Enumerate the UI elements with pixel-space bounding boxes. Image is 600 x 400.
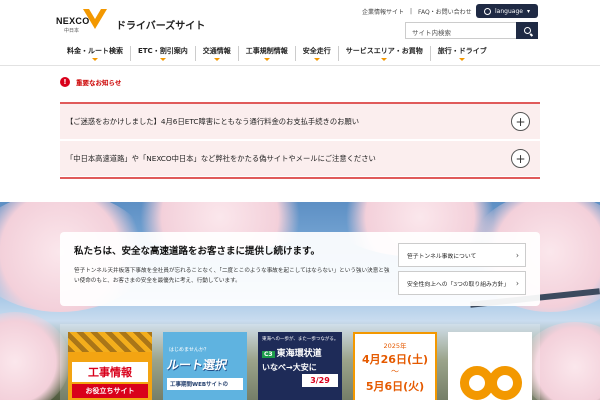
banner-title: C3 東海環状道 <box>262 346 322 359</box>
notice-item[interactable]: 【ご迷惑をおかけしました】4月6日ETC障害にともなう通行料金のお支払手続きのお… <box>60 104 540 139</box>
notice-divider <box>60 177 540 179</box>
banner-title: 工事情報 <box>72 362 148 382</box>
banner-end-date: 5月6日(火) <box>365 380 425 393</box>
header-divider <box>0 65 600 66</box>
expand-plus-icon[interactable]: + <box>511 112 530 131</box>
banner-top-text: はじめませんか？ <box>169 347 209 353</box>
banner-anniversary-logo[interactable] <box>448 332 532 400</box>
banner-route-selection[interactable]: はじめませんか？ ルート選択 工事期間WEBサイトの <box>163 332 247 400</box>
globe-icon <box>484 7 492 15</box>
chevron-right-icon: › <box>515 250 519 260</box>
chevron-right-icon: › <box>515 278 519 288</box>
mission-panel: 私たちは、安全な高速道路をお客さまに提供し続けます。 笹子トンネル天井板落下事故… <box>60 232 540 306</box>
chevron-down-icon: ▾ <box>526 7 530 15</box>
nav-label: 旅行・ドライブ <box>437 46 487 55</box>
nav-label: ETC・割引案内 <box>138 46 188 55</box>
banner-top-text: 東海への一歩が、また一歩つながる。 <box>262 337 339 342</box>
notice-heading-text: 重要なお知らせ <box>76 79 122 87</box>
nav-safe-driving[interactable]: 安全走行 <box>294 45 338 61</box>
caret-down-icon <box>459 57 466 61</box>
utility-links: 企業情報サイト | FAQ・お問い合わせ <box>362 7 472 16</box>
sasago-accident-link[interactable]: 笹子トンネル事故について › <box>398 243 526 267</box>
caret-down-icon <box>263 57 270 61</box>
link-label: 安全性向上への「3つの取り組み方針」 <box>407 281 510 288</box>
banner-golden-week[interactable]: 2025年 4月26日(土) 〜 5月6日(火) <box>353 332 437 400</box>
language-label: language <box>495 7 523 15</box>
nav-traffic[interactable]: 交通情報 <box>194 45 238 61</box>
notice-text: 【ご迷惑をおかけしました】4月6日ETC障害にともなう通行料金のお支払手続きのお… <box>66 116 360 126</box>
banner-construction-info[interactable]: 工事情報 お役立ちサイト <box>68 332 152 400</box>
mission-title: 私たちは、安全な高速道路をお客さまに提供し続けます。 <box>74 246 321 257</box>
route-name: 東海環状道 <box>276 349 322 359</box>
search-button[interactable] <box>516 22 538 39</box>
nav-label: サービスエリア・お買物 <box>345 46 423 55</box>
nexco-logo[interactable]: NEXCO 中日本 <box>56 7 116 35</box>
logo-subtext: 中日本 <box>64 28 80 34</box>
main-nav: 料金・ルート検索 ETC・割引案内 交通情報 工事規制情報 安全走行 サービスエ… <box>60 42 540 64</box>
notice-text: 「中日本高速道路」や「NEXCO中日本」など弊社をかたる偽サイトやメールにご注意… <box>66 153 376 163</box>
language-button[interactable]: language ▾ <box>476 4 538 18</box>
nav-service-area[interactable]: サービスエリア・お買物 <box>337 45 430 61</box>
caution-stripe <box>68 332 152 352</box>
expand-plus-icon[interactable]: + <box>511 149 530 168</box>
banner-subtitle: お役立ちサイト <box>72 384 148 398</box>
ring-logo-icon <box>488 366 522 400</box>
banner-tokai-kanjo[interactable]: 東海への一歩が、また一歩つながる。 C3 東海環状道 いなべ→大安に 3/29 <box>258 332 342 400</box>
caret-down-icon <box>213 57 220 61</box>
safety-policy-link[interactable]: 安全性向上への「3つの取り組み方針」 › <box>398 271 526 295</box>
banner-title: ルート選択 <box>165 358 229 372</box>
banner-date: 3/29 <box>302 374 338 387</box>
separator: | <box>410 8 413 15</box>
nav-label: 安全走行 <box>302 46 331 55</box>
route-number-badge: C3 <box>262 351 275 358</box>
nav-etc-discount[interactable]: ETC・割引案内 <box>130 45 195 61</box>
search-icon <box>523 27 531 34</box>
caret-down-icon <box>92 57 98 61</box>
banner-year: 2025年 <box>383 342 407 350</box>
nav-label: 交通情報 <box>202 46 231 55</box>
caret-down-icon <box>313 57 320 61</box>
important-notice-heading: ! 重要なお知らせ <box>60 77 121 87</box>
banner-section: いなべ→大安に <box>262 363 317 372</box>
site-header: NEXCO 中日本 ドライバーズサイト 企業情報サイト | FAQ・お問い合わせ… <box>0 0 600 66</box>
link-label: 笹子トンネル事故について <box>407 253 477 260</box>
corporate-site-link[interactable]: 企業情報サイト <box>362 7 404 16</box>
site-name[interactable]: ドライバーズサイト <box>116 17 205 32</box>
nav-label: 工事規制情報 <box>245 46 288 55</box>
caret-down-icon <box>381 57 388 61</box>
banner-start-date: 4月26日(土) <box>361 353 429 366</box>
nav-travel-drive[interactable]: 旅行・ドライブ <box>429 45 494 61</box>
nav-label: 料金・ルート検索 <box>67 46 123 55</box>
nav-fare-route[interactable]: 料金・ルート検索 <box>60 46 130 61</box>
nav-construction[interactable]: 工事規制情報 <box>237 45 295 61</box>
notice-item[interactable]: 「中日本高速道路」や「NEXCO中日本」など弊社をかたる偽サイトやメールにご注意… <box>60 141 540 176</box>
alert-icon: ! <box>60 77 70 87</box>
caret-down-icon <box>159 57 166 61</box>
faq-link[interactable]: FAQ・お問い合わせ <box>418 7 472 16</box>
mission-body: 笹子トンネル天井板落下事故を全社員が忘れることなく、「二度とこのような事故を起こ… <box>74 268 390 284</box>
banner-subtitle: 工事期間WEBサイトの <box>167 378 243 390</box>
search-input[interactable]: サイト内検索 <box>405 22 517 39</box>
logo-v-inner-icon <box>89 9 101 19</box>
banner-separator: 〜 <box>391 367 399 376</box>
